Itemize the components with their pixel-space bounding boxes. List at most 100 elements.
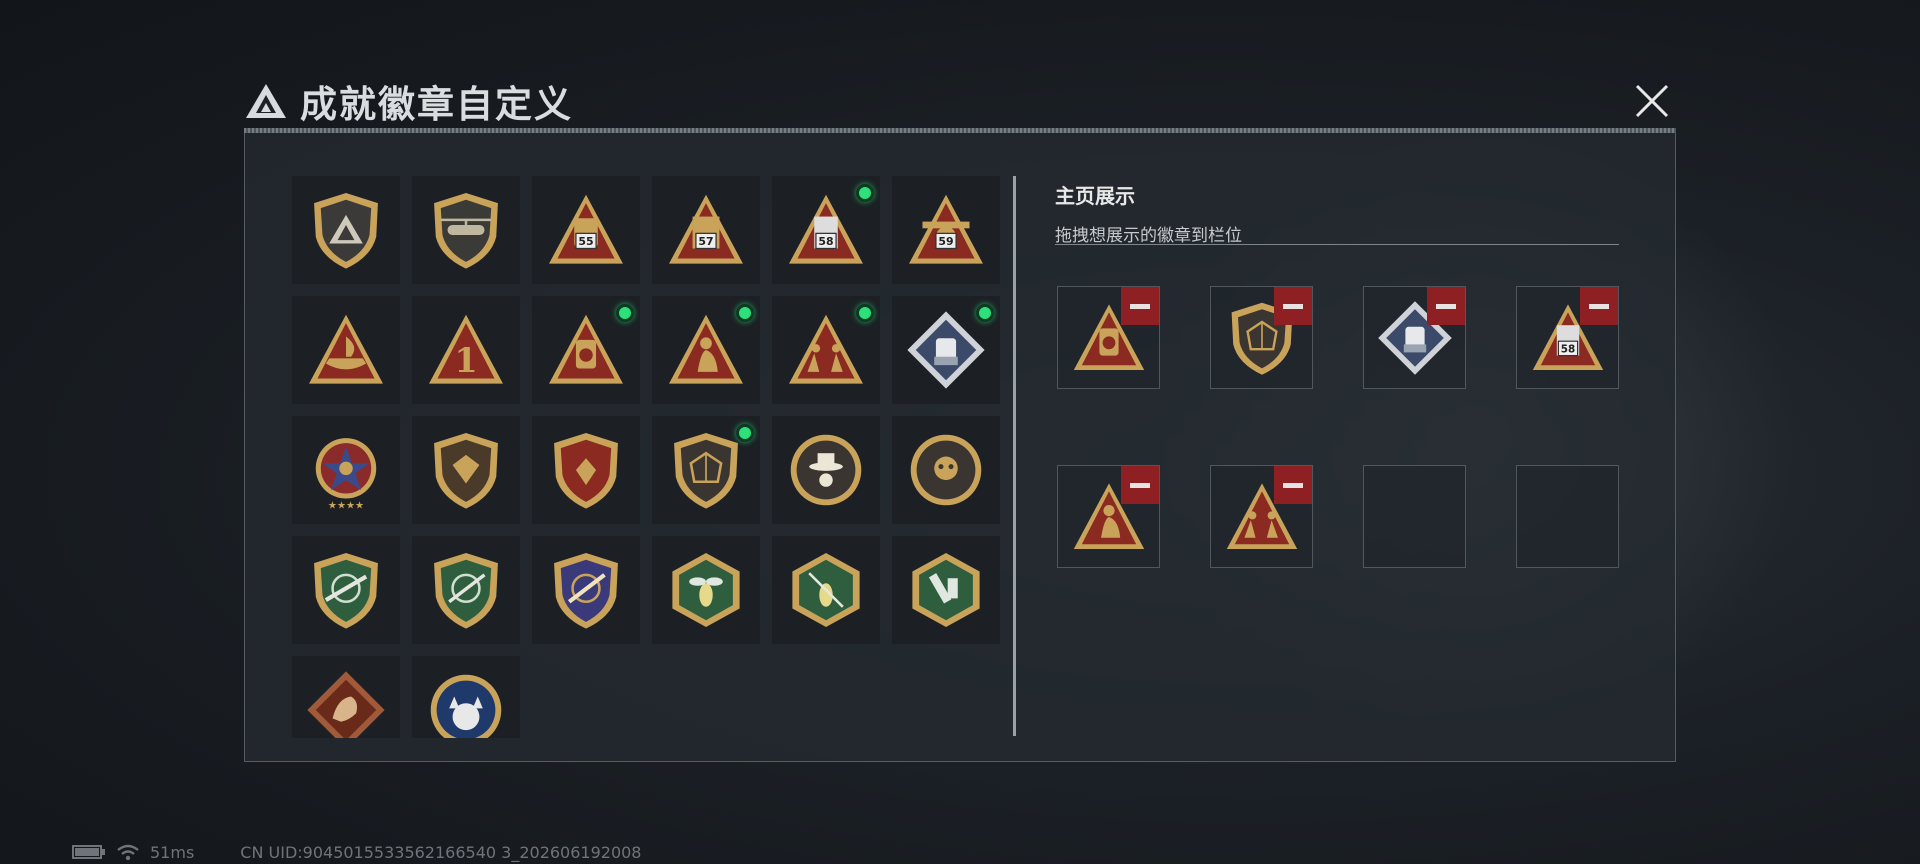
svg-text:59: 59	[938, 235, 953, 248]
badge-cell[interactable]	[292, 536, 400, 644]
triangle-59-icon: 59	[909, 194, 983, 264]
close-button[interactable]	[1630, 79, 1674, 123]
badge-cell[interactable]	[292, 656, 400, 738]
scrollbar[interactable]	[1013, 176, 1016, 736]
svg-text:1: 1	[454, 340, 477, 380]
new-indicator-dot	[976, 304, 994, 322]
new-indicator-dot	[856, 304, 874, 322]
svg-text:58: 58	[1560, 343, 1574, 355]
gold-crosshair-icon	[554, 553, 618, 629]
minus-icon	[1283, 482, 1303, 488]
badge-cell[interactable]: 59	[892, 176, 1000, 284]
uid-readout: CN UID:9045015533562166540 3_20260619200…	[240, 842, 642, 862]
badge-cell[interactable]	[292, 176, 400, 284]
remove-badge-button[interactable]	[1274, 466, 1312, 504]
badge-collection-scroll[interactable]: 55 57 58 59 1 ★★★★	[292, 176, 1004, 738]
display-slot-filled[interactable]	[1057, 465, 1160, 568]
display-slot-filled[interactable]	[1363, 286, 1466, 389]
shield-d20-icon	[674, 433, 738, 509]
svg-text:58: 58	[818, 235, 833, 248]
minus-icon	[1130, 303, 1150, 309]
badge-cell[interactable]: ★★★★	[292, 416, 400, 524]
badge-cell[interactable]	[892, 536, 1000, 644]
badge-cell[interactable]	[532, 536, 640, 644]
remove-badge-button[interactable]	[1274, 287, 1312, 325]
svg-text:57: 57	[698, 235, 713, 248]
helicopter-shield-icon	[434, 193, 498, 269]
badge-cell[interactable]	[412, 176, 520, 284]
triangle-figure-icon	[669, 314, 743, 384]
latency-readout: 51ms	[150, 842, 195, 862]
badge-cell[interactable]	[532, 296, 640, 404]
remove-badge-button[interactable]	[1121, 287, 1159, 325]
badge-cell[interactable]	[652, 296, 760, 404]
winged-crest-icon	[554, 433, 618, 509]
display-title: 主页展示	[1055, 184, 1135, 208]
display-slot-empty[interactable]	[1516, 465, 1619, 568]
display-header: 主页展示 拖拽想展示的徽章到栏位	[1055, 180, 1242, 246]
triangle-mask-icon	[549, 314, 623, 384]
badge-cell[interactable]	[772, 296, 880, 404]
hex-wasp-icon	[672, 553, 740, 627]
remove-badge-button[interactable]	[1427, 287, 1465, 325]
display-slot-filled[interactable]	[1210, 465, 1313, 568]
close-icon	[1635, 84, 1669, 118]
title-bar: 成就徽章自定义	[244, 78, 573, 126]
triangle-soldiers-icon	[789, 314, 863, 384]
green-crosshair-rifle-icon	[314, 553, 378, 629]
display-slot-filled[interactable]	[1057, 286, 1160, 389]
display-slot-filled[interactable]: 58	[1516, 286, 1619, 389]
triangle-58-icon: 58	[789, 194, 863, 264]
minus-icon	[1283, 303, 1303, 309]
minus-icon	[1436, 303, 1456, 309]
battery-icon	[72, 845, 105, 859]
badge-cell[interactable]	[532, 416, 640, 524]
display-divider	[1055, 244, 1619, 245]
remove-badge-button[interactable]	[1121, 466, 1159, 504]
shield-crest-icon	[434, 433, 498, 509]
svg-text:★★★★: ★★★★	[328, 501, 364, 512]
green-crosshair-knife-icon	[434, 553, 498, 629]
remove-badge-button[interactable]	[1580, 287, 1618, 325]
badge-cell[interactable]: 1	[412, 296, 520, 404]
status-bar: 51ms CN UID:9045015533562166540 3_202606…	[72, 842, 642, 862]
triangle-number-one-icon: 1	[429, 314, 503, 384]
wifi-icon	[117, 844, 139, 861]
badge-cell[interactable]	[892, 296, 1000, 404]
new-indicator-dot	[736, 424, 754, 442]
round-skull-icon	[910, 434, 982, 506]
display-slot-filled[interactable]	[1210, 286, 1313, 389]
badge-cell[interactable]	[652, 416, 760, 524]
new-indicator-dot	[736, 304, 754, 322]
badge-grid: 55 57 58 59 1 ★★★★	[292, 176, 1004, 738]
display-subtitle: 拖拽想展示的徽章到栏位	[1055, 226, 1242, 246]
badge-cell[interactable]: 55	[532, 176, 640, 284]
badge-cell[interactable]: 57	[652, 176, 760, 284]
badge-cell[interactable]	[772, 536, 880, 644]
new-indicator-dot	[856, 184, 874, 202]
badge-cell[interactable]	[892, 416, 1000, 524]
diamond-dragon-icon	[307, 671, 385, 738]
minus-icon	[1589, 303, 1609, 309]
page-title: 成就徽章自定义	[300, 83, 573, 126]
display-slot-empty[interactable]	[1363, 465, 1466, 568]
new-indicator-dot	[616, 304, 634, 322]
badge-cell[interactable]	[412, 416, 520, 524]
badge-cell[interactable]	[412, 536, 520, 644]
badge-cell[interactable]: 58	[772, 176, 880, 284]
triangle-boat-icon	[309, 314, 383, 384]
badge-cell[interactable]	[292, 296, 400, 404]
star-medal-icon: ★★★★	[315, 438, 377, 512]
triangle-55-icon: 55	[549, 194, 623, 264]
diamond-fist-icon	[907, 311, 985, 389]
badge-cell[interactable]	[652, 536, 760, 644]
round-lynx-icon	[430, 674, 502, 738]
shield-delta-icon	[314, 193, 378, 269]
badge-cell[interactable]	[772, 416, 880, 524]
hex-tools-icon	[912, 553, 980, 627]
badge-cell[interactable]	[412, 656, 520, 738]
triangle-57-icon: 57	[669, 194, 743, 264]
hex-wasp-knife-icon	[792, 553, 860, 627]
minus-icon	[1130, 482, 1150, 488]
svg-text:55: 55	[578, 235, 593, 248]
